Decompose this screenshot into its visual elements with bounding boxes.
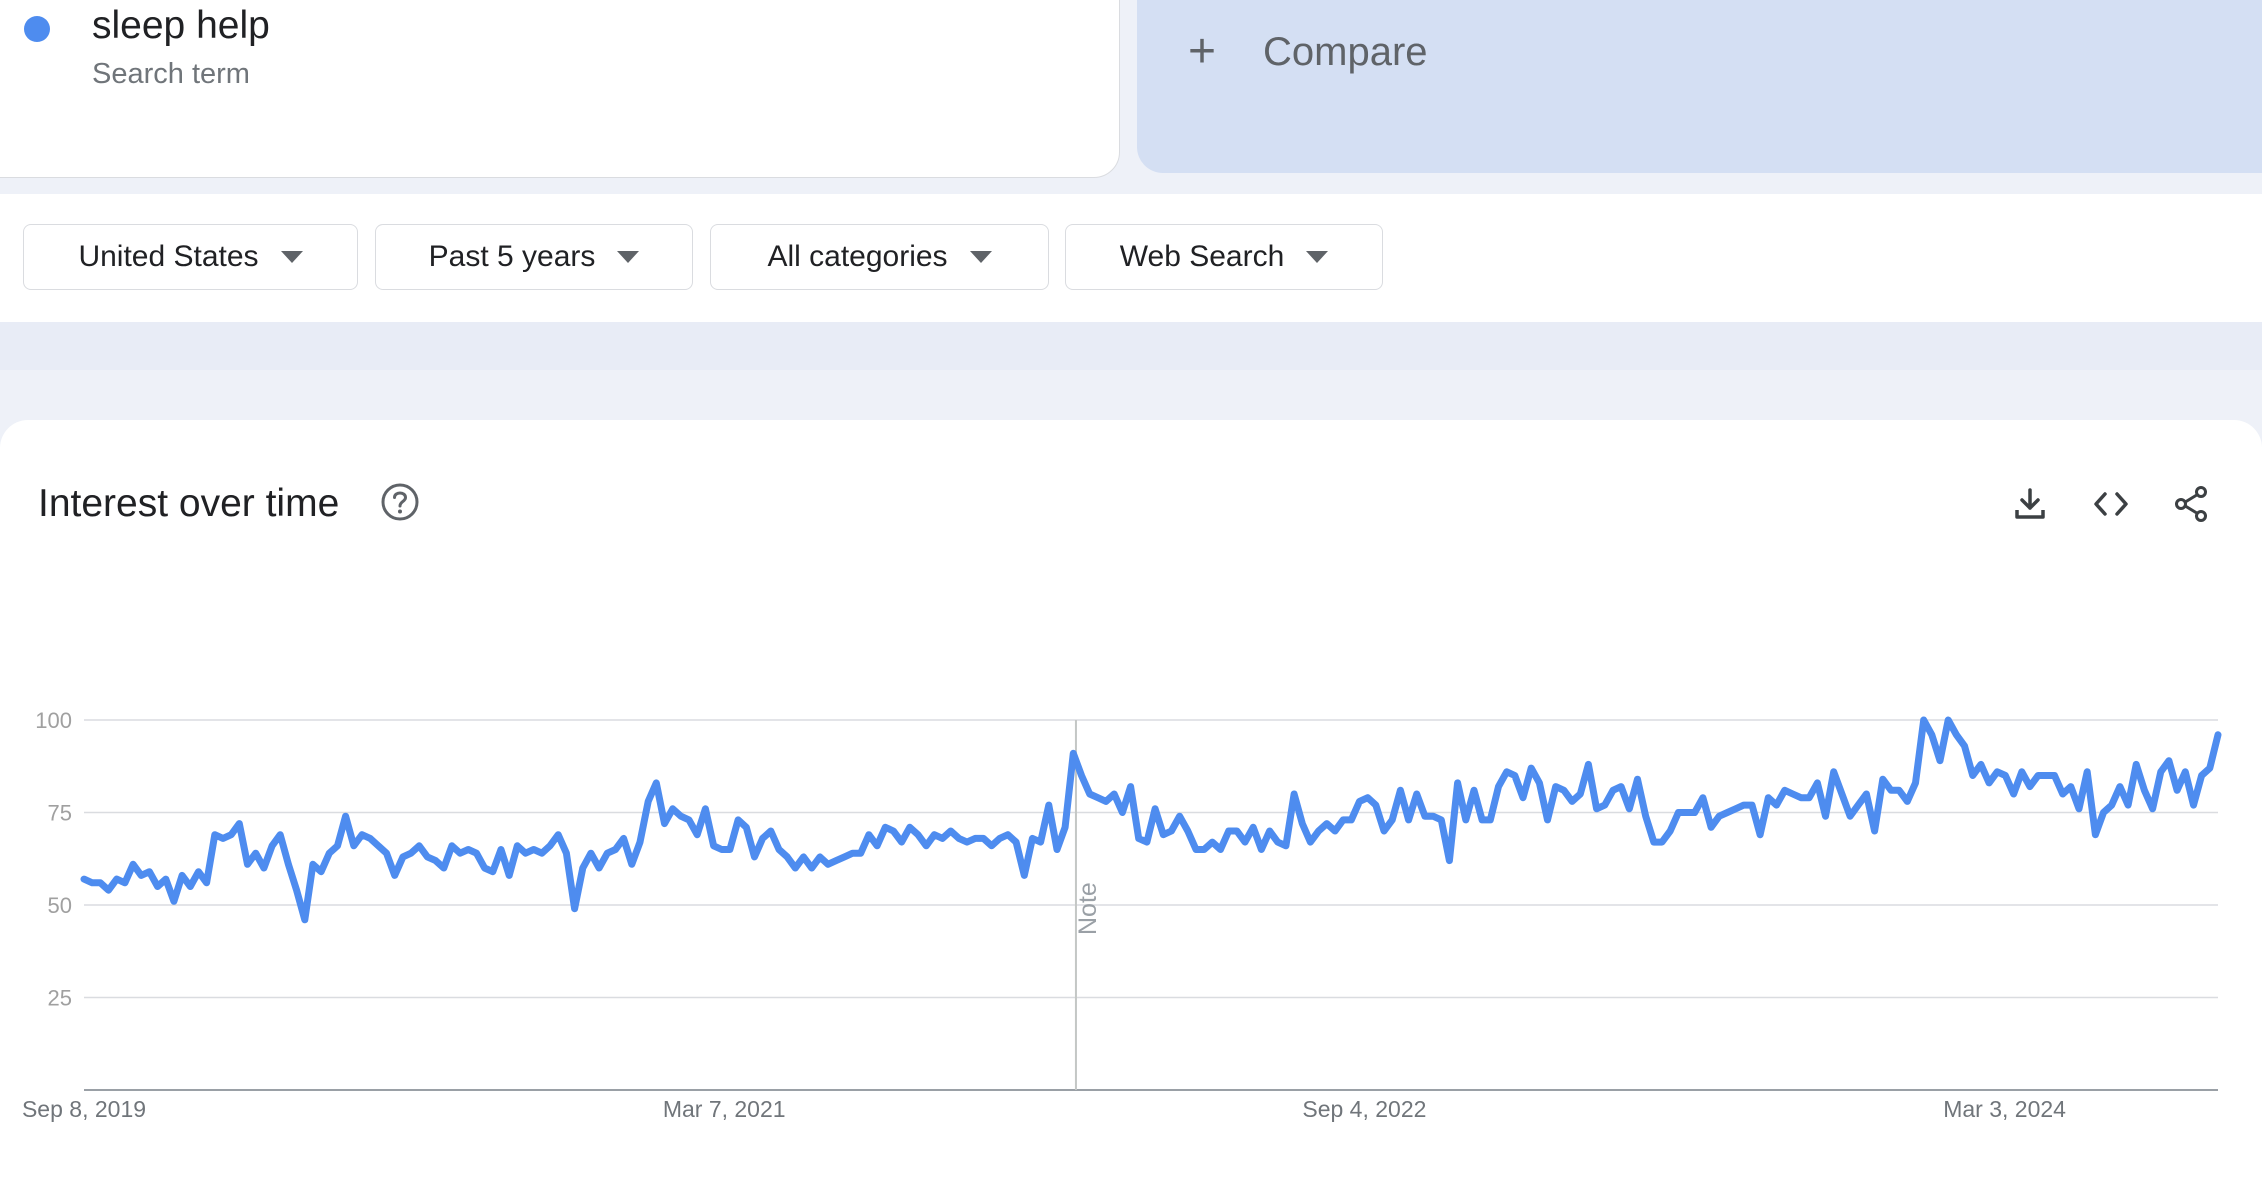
x-tick-label-1: Mar 7, 2021 xyxy=(663,1096,786,1122)
x-tick-label-3: Mar 3, 2024 xyxy=(1943,1096,2066,1122)
x-tick-label-2: Sep 4, 2022 xyxy=(1302,1096,1426,1122)
y-tick-label-50: 50 xyxy=(48,893,72,918)
y-tick-label-75: 75 xyxy=(48,801,72,826)
y-tick-label-100: 100 xyxy=(35,708,72,733)
x-tick-label-0: Sep 8, 2019 xyxy=(22,1096,146,1122)
series-line-0 xyxy=(80,716,2222,924)
interest-line-chart[interactable]: 25 50 75 100 Note Sep 8, 2019 Mar 7, 2021 Sep 4… xyxy=(0,0,2262,1144)
note-annotation-label: Note xyxy=(1074,882,1102,935)
y-tick-label-25: 25 xyxy=(48,986,72,1011)
